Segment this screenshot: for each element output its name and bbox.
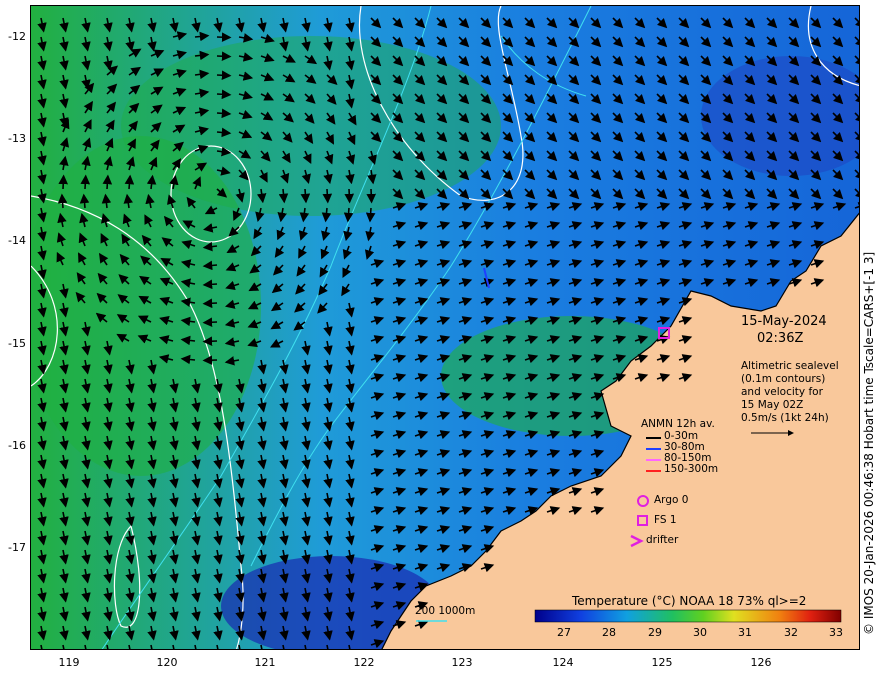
velocity-arrow bbox=[57, 193, 68, 209]
longitude-tick-label: 119 bbox=[58, 656, 80, 669]
latitude-tick-label: -15 bbox=[8, 337, 26, 350]
colorbar-tick-label: 29 bbox=[648, 626, 662, 639]
colorbar-title: Temperature (°C) NOAA 18 73% ql>=2 bbox=[572, 594, 807, 608]
argo-label: Argo 0 bbox=[654, 494, 689, 506]
velocity-arrow bbox=[102, 174, 113, 190]
credit-line: © IMOS 20-Jan-2026 00:46:38 Hobart time … bbox=[862, 251, 876, 635]
latitude-tick-label: -16 bbox=[8, 439, 26, 452]
velocity-arrow bbox=[216, 70, 232, 81]
legend-title: ANMN 12h av. bbox=[641, 418, 715, 430]
sst-map bbox=[30, 5, 860, 650]
velocity-arrow bbox=[124, 174, 135, 190]
colorbar-tick-label: 28 bbox=[602, 626, 616, 639]
velocity-arrow bbox=[322, 188, 333, 204]
latitude-tick-label: -13 bbox=[8, 132, 26, 145]
velocity-arrow bbox=[216, 108, 232, 119]
description-line: 0.5m/s (1kt 24h) bbox=[741, 412, 829, 424]
description-line: (0.1m contours) bbox=[741, 373, 826, 385]
velocity-arrow bbox=[80, 174, 91, 190]
longitude-tick-label: 126 bbox=[750, 656, 772, 669]
colorbar-tick-label: 32 bbox=[784, 626, 798, 639]
velocity-arrow bbox=[58, 174, 69, 190]
description-line: Altimetric sealevel bbox=[741, 360, 839, 372]
longitude-tick-label: 121 bbox=[254, 656, 276, 669]
velocity-arrow bbox=[202, 260, 218, 271]
velocity-arrow bbox=[344, 188, 355, 204]
velocity-arrow bbox=[366, 188, 377, 204]
colorbar-tick-label: 30 bbox=[693, 626, 707, 639]
legend-item-label: 150-300m bbox=[664, 463, 719, 475]
velocity-arrow bbox=[300, 188, 311, 204]
map-date: 15-May-2024 bbox=[741, 314, 827, 329]
drifter-label: drifter bbox=[646, 534, 679, 546]
longitude-tick-label: 124 bbox=[552, 656, 574, 669]
map-time: 02:36Z bbox=[757, 331, 804, 346]
velocity-arrow bbox=[343, 207, 354, 223]
velocity-arrow bbox=[202, 336, 218, 346]
velocity-arrow bbox=[202, 317, 218, 328]
velocity-arrow bbox=[216, 89, 232, 100]
description-line: and velocity for bbox=[741, 386, 823, 398]
latitude-tick-label: -17 bbox=[8, 541, 26, 554]
velocity-arrow bbox=[365, 207, 376, 223]
longitude-tick-label: 120 bbox=[156, 656, 178, 669]
longitude-tick-label: 123 bbox=[451, 656, 473, 669]
velocity-arrow bbox=[216, 51, 232, 62]
colorbar bbox=[534, 609, 842, 623]
colorbar-tick-label: 31 bbox=[738, 626, 752, 639]
description-line: 15 May 02Z bbox=[741, 399, 804, 411]
colorbar-tick-label: 33 bbox=[829, 626, 843, 639]
latitude-tick-label: -14 bbox=[8, 234, 26, 247]
colorbar-tick-label: 27 bbox=[557, 626, 571, 639]
velocity-arrow bbox=[202, 279, 218, 290]
longitude-tick-label: 122 bbox=[353, 656, 375, 669]
longitude-tick-label: 125 bbox=[651, 656, 673, 669]
isobath-label: 200 1000m bbox=[415, 605, 476, 617]
latitude-tick-label: -12 bbox=[8, 30, 26, 43]
velocity-arrow bbox=[202, 298, 218, 309]
fs-label: FS 1 bbox=[654, 514, 677, 526]
map-canvas bbox=[31, 6, 859, 649]
